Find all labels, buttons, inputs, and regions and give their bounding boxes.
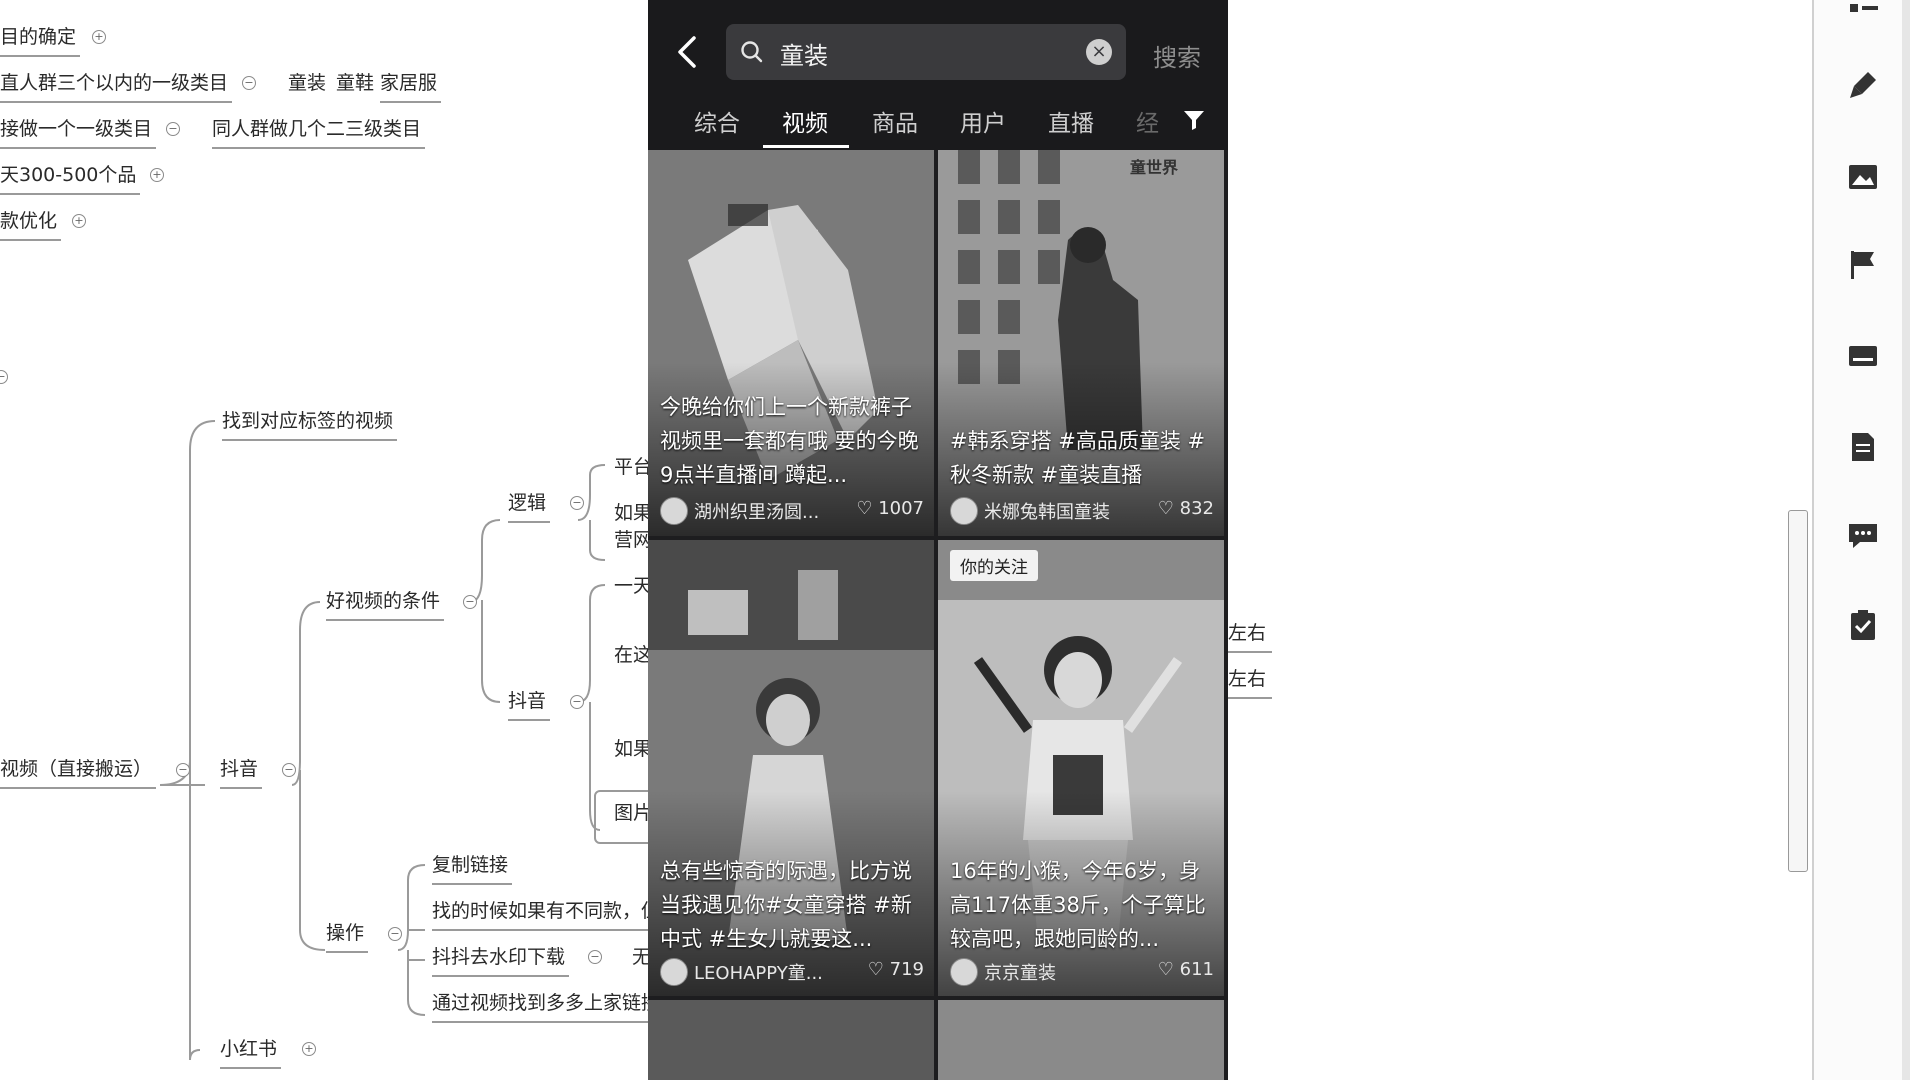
comment-icon[interactable] [1846, 518, 1880, 552]
author-name[interactable]: 京京童装 [984, 959, 1056, 985]
mindmap-node[interactable]: 复制链接 [432, 852, 513, 885]
search-query: 童装 [780, 42, 828, 70]
mindmap-node[interactable]: 图片 [594, 790, 656, 844]
like-count-value: 1007 [878, 498, 924, 519]
mindmap-node[interactable]: 找到对应标签的视频 [222, 408, 398, 441]
mindmap-node[interactable]: 抖音 [508, 688, 551, 721]
video-caption: 16年的小猴，今年6岁，身高117体重38斤，个子算比较高吧，跟她同龄的... [950, 859, 1206, 951]
expand-toggle-icon[interactable]: + [92, 30, 106, 44]
mindmap-node[interactable]: 通过视频找到多多上家链接 [432, 990, 665, 1023]
avatar[interactable] [950, 497, 978, 525]
expand-toggle-icon[interactable]: + [302, 1042, 316, 1056]
right-toolbar [1812, 0, 1910, 1080]
avatar[interactable] [660, 958, 688, 986]
mindmap-node[interactable]: 抖抖去水印下载 [432, 944, 570, 977]
search-header: 童装 × 搜索 综合 视频 商品 用户 直播 经 [648, 0, 1228, 150]
video-caption: 总有些惊奇的际遇，比方说当我遇见你#女童穿搭 #新中式 #生女儿就要这... [660, 859, 912, 951]
mindmap-node[interactable]: 天300-500个品 [0, 162, 141, 195]
active-tab-indicator [763, 145, 849, 148]
video-meta: 米娜兔韩国童装 ♡ 832 [950, 495, 1214, 525]
mindmap-node[interactable]: 同人群做几个二三级类目 [212, 116, 426, 149]
mindmap-node[interactable]: 左右 [1228, 666, 1272, 699]
video-caption: 今晚给你们上一个新款裤子 视频里一套都有哦 要的今晚9点半直播间 蹲起... [660, 395, 919, 487]
flag-icon[interactable] [1846, 248, 1880, 282]
collapse-toggle-icon[interactable]: − [388, 927, 402, 941]
tab-products[interactable]: 商品 [872, 104, 918, 138]
back-arrow-icon[interactable] [670, 32, 710, 72]
tab-comprehensive[interactable]: 综合 [694, 104, 740, 138]
note-icon[interactable] [1846, 430, 1880, 464]
mindmap-node[interactable]: 直人群三个以内的一级类目 [0, 70, 233, 103]
like-count: ♡ 719 [867, 959, 924, 980]
author-name[interactable]: 湖州织里汤圆... [694, 498, 819, 524]
like-count-value: 611 [1179, 959, 1214, 980]
brush-icon[interactable] [1846, 68, 1880, 102]
like-count-value: 832 [1179, 498, 1214, 519]
like-count: ♡ 832 [1157, 498, 1214, 519]
collapse-toggle-icon[interactable]: − [242, 76, 256, 90]
filter-icon[interactable] [1182, 108, 1206, 132]
tab-users[interactable]: 用户 [960, 104, 1006, 138]
outline-icon[interactable] [1846, 0, 1880, 34]
tab-more[interactable]: 经 [1136, 104, 1159, 138]
collapse-toggle-icon[interactable]: − [176, 763, 190, 777]
search-button[interactable]: 搜索 [1153, 38, 1201, 73]
search-icon [741, 41, 763, 63]
tab-live[interactable]: 直播 [1048, 104, 1094, 138]
task-icon[interactable] [1846, 608, 1880, 642]
collapse-toggle-icon[interactable]: − [570, 695, 584, 709]
video-card[interactable]: 童世界 #韩系穿搭 #高品质童装 #秋冬新款 #童装直播 米娜兔韩国童装 ♡ 8… [938, 150, 1224, 536]
like-count-value: 719 [889, 959, 924, 980]
following-badge: 你的关注 [950, 550, 1038, 581]
expand-toggle-icon[interactable]: + [150, 168, 164, 182]
mindmap-node[interactable]: 左右 [1228, 620, 1272, 653]
window-scrollbar[interactable] [1902, 0, 1910, 1080]
mindmap-node[interactable]: 好视频的条件 [326, 588, 445, 621]
clear-icon[interactable]: × [1086, 39, 1112, 65]
video-card[interactable]: 你的关注 16年的小猴，今年6岁，身高117体重38斤，个子算比较高吧，跟她同龄… [938, 540, 1224, 996]
mindmap-node[interactable]: 童鞋 [336, 70, 378, 101]
label-icon[interactable] [1846, 340, 1880, 374]
video-card[interactable] [648, 1000, 934, 1080]
search-input[interactable]: 童装 × [726, 24, 1126, 80]
mindmap-node[interactable]: 操作 [326, 920, 369, 953]
video-meta: LEOHAPPY童... ♡ 719 [660, 956, 924, 986]
scrollbar[interactable] [1788, 510, 1808, 872]
mindmap-node[interactable]: 视频（直接搬运） [0, 756, 157, 789]
like-count: ♡ 1007 [856, 498, 924, 519]
author-name[interactable]: 米娜兔韩国童装 [984, 498, 1110, 524]
mindmap-node[interactable]: 小红书 [220, 1036, 282, 1069]
result-tabs: 综合 视频 商品 用户 直播 经 [648, 98, 1228, 150]
mindmap-node[interactable]: 款优化 [0, 208, 62, 241]
image-icon[interactable] [1846, 160, 1880, 194]
mindmap-node[interactable]: 抖音 [220, 756, 263, 789]
expand-toggle-icon[interactable]: + [72, 214, 86, 228]
tab-video[interactable]: 视频 [782, 104, 828, 138]
mindmap-node[interactable]: 目的确定 [0, 24, 81, 57]
mindmap-node[interactable]: 接做一个一级类目 [0, 116, 157, 149]
collapse-toggle-icon[interactable]: − [282, 763, 296, 777]
mindmap-node[interactable]: 童装 [288, 70, 330, 101]
collapse-toggle-icon[interactable]: − [588, 950, 602, 964]
like-count: ♡ 611 [1157, 959, 1214, 980]
video-meta: 京京童装 ♡ 611 [950, 956, 1214, 986]
collapse-toggle-icon[interactable]: − [570, 496, 584, 510]
collapse-toggle-icon[interactable]: − [463, 595, 477, 609]
video-card[interactable]: 总有些惊奇的际遇，比方说当我遇见你#女童穿搭 #新中式 #生女儿就要这... L… [648, 540, 934, 996]
video-meta: 湖州织里汤圆... ♡ 1007 [660, 495, 924, 525]
author-name[interactable]: LEOHAPPY童... [694, 959, 823, 985]
mindmap-node[interactable]: 家居服 [380, 70, 442, 103]
avatar[interactable] [950, 958, 978, 986]
video-card[interactable]: 今晚给你们上一个新款裤子 视频里一套都有哦 要的今晚9点半直播间 蹲起... 湖… [648, 150, 934, 536]
video-caption: #韩系穿搭 #高品质童装 #秋冬新款 #童装直播 [950, 429, 1206, 487]
avatar[interactable] [660, 497, 688, 525]
collapse-toggle-icon[interactable]: − [166, 122, 180, 136]
mindmap-node[interactable]: 找的时候如果有不同款，但 [432, 898, 665, 931]
mindmap-node[interactable]: 逻辑 [508, 490, 551, 523]
phone-window: 童装 × 搜索 综合 视频 商品 用户 直播 经 今晚给你们上一个新款裤子 视频… [648, 0, 1228, 1080]
watermark-logo: 童世界 [1130, 158, 1179, 177]
video-card[interactable] [938, 1000, 1224, 1080]
